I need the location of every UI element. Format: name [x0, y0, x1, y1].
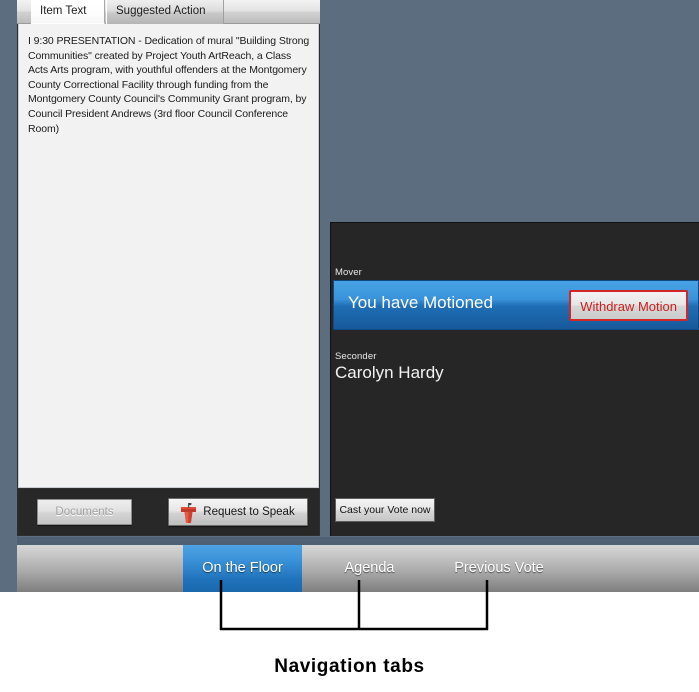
- application-window: Item Text Suggested Action I 9:30 PRESEN…: [0, 0, 699, 592]
- mover-status-bar: You have Motioned Withdraw Motion: [333, 280, 699, 330]
- nav-tab-agenda[interactable]: Agenda: [317, 545, 422, 592]
- navigation-tabbar: On the Floor Agenda Previous Vote: [17, 545, 699, 592]
- motion-panel: Mover You have Motioned Withdraw Motion …: [330, 222, 699, 536]
- tabbar-divider: [17, 537, 699, 545]
- cast-vote-button[interactable]: Cast your Vote now: [335, 498, 435, 522]
- item-text-paragraph: I 9:30 PRESENTATION - Dedication of mura…: [28, 35, 310, 135]
- tab-suggested-action[interactable]: Suggested Action: [106, 0, 224, 24]
- request-to-speak-label: Request to Speak: [203, 506, 295, 518]
- item-text-body: I 9:30 PRESENTATION - Dedication of mura…: [18, 24, 319, 488]
- request-to-speak-button[interactable]: Request to Speak: [168, 498, 308, 526]
- item-detail-panel: Item Text Suggested Action I 9:30 PRESEN…: [17, 0, 320, 536]
- documents-button[interactable]: Documents: [37, 499, 132, 525]
- podium-icon: [181, 503, 196, 523]
- withdraw-motion-button[interactable]: Withdraw Motion: [569, 290, 688, 321]
- item-action-button-row: Documents Request to Speak: [18, 489, 319, 535]
- mover-label: Mover: [335, 267, 362, 278]
- item-detail-panel-inner: Item Text Suggested Action I 9:30 PRESEN…: [17, 0, 320, 536]
- annotation-caption: Navigation tabs: [274, 656, 425, 677]
- seconder-label: Seconder: [335, 351, 377, 362]
- mover-status-text: You have Motioned: [348, 293, 493, 312]
- tab-item-text[interactable]: Item Text: [31, 0, 105, 24]
- nav-tab-on-the-floor[interactable]: On the Floor: [183, 545, 302, 592]
- seconder-name: Carolyn Hardy: [335, 363, 444, 382]
- item-tabstrip: Item Text Suggested Action: [17, 0, 320, 24]
- nav-tab-previous-vote[interactable]: Previous Vote: [429, 545, 569, 592]
